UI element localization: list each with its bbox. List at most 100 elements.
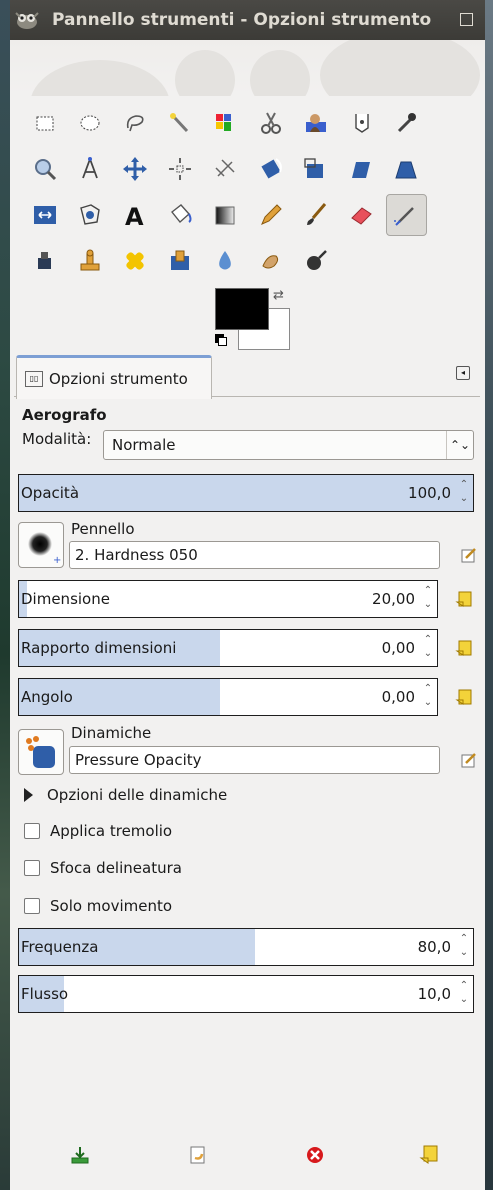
align-icon[interactable] [158, 146, 203, 192]
brush-name-field[interactable]: 2. Hardness 050 [69, 541, 440, 569]
reset-angle-icon[interactable] [454, 688, 474, 708]
dynamics-preview[interactable] [18, 729, 64, 775]
wilber-decoration [10, 40, 485, 96]
rate-label: Frequenza [21, 938, 99, 956]
angle-slider[interactable]: Angolo 0,00 ⌃ ⌄ [18, 678, 438, 716]
reset-options-button[interactable] [415, 1141, 443, 1169]
svg-text:A: A [125, 203, 144, 230]
dynamics-options-expander[interactable]: Opzioni delle dinamiche [24, 786, 227, 804]
desktop-background-left [0, 0, 10, 1190]
brush-label: Pennello [71, 520, 135, 538]
smudge-icon[interactable] [248, 238, 293, 284]
tab-tool-options-label: Opzioni strumento [49, 369, 188, 388]
restore-options-button[interactable] [184, 1141, 212, 1169]
heal-icon[interactable] [112, 238, 157, 284]
tool-grid: A [22, 100, 474, 284]
save-options-button[interactable] [66, 1141, 94, 1169]
airbrush-icon[interactable] [385, 194, 427, 236]
size-slider[interactable]: Dimensione 20,00 ⌃ ⌄ [18, 580, 438, 618]
aspect-ratio-slider[interactable]: Rapporto dimensioni 0,00 ⌃ ⌄ [18, 629, 438, 667]
pencil-icon[interactable] [248, 192, 293, 238]
reset-aspect-ratio-icon[interactable] [454, 639, 474, 659]
color-select-icon[interactable] [203, 100, 248, 146]
aspect-ratio-spin-icon[interactable]: ⌃ ⌄ [421, 633, 435, 663]
restore-options-icon [190, 1146, 205, 1164]
fuzzy-select-icon[interactable] [158, 100, 203, 146]
desktop-background-right [485, 0, 493, 1190]
motion-only-checkbox[interactable]: Solo movimento [24, 897, 172, 915]
tab-menu-icon[interactable]: ◂ [456, 366, 470, 380]
foreground-select-icon[interactable] [293, 100, 338, 146]
move-icon[interactable] [112, 146, 157, 192]
eraser-icon[interactable] [338, 192, 383, 238]
motion-only-label: Solo movimento [50, 897, 173, 915]
opacity-slider[interactable]: Opacità 100,0 ⌃ ⌄ [18, 474, 474, 512]
rotate-icon[interactable] [248, 146, 293, 192]
swap-colors-icon[interactable]: ⇄ [273, 288, 284, 303]
opacity-fill [19, 475, 473, 511]
dynamics-name-field[interactable]: Pressure Opacity [69, 746, 440, 774]
delete-options-button[interactable] [301, 1141, 329, 1169]
size-value: 20,00 [372, 590, 415, 608]
dynamics-label: Dinamiche [71, 724, 152, 742]
edit-brush-icon[interactable] [460, 546, 478, 564]
rate-spin-icon[interactable]: ⌃ ⌄ [457, 932, 471, 962]
free-select-icon[interactable] [112, 100, 157, 146]
reset-size-icon[interactable] [454, 590, 474, 610]
mode-value: Normale [112, 436, 176, 454]
paths-icon[interactable] [338, 100, 383, 146]
foreground-color-swatch[interactable] [215, 288, 269, 330]
apply-jitter-checkbox[interactable]: Applica tremolio [24, 822, 172, 840]
blend-icon[interactable] [203, 192, 248, 238]
size-label: Dimensione [21, 590, 110, 608]
opacity-spin-icon[interactable]: ⌃ ⌄ [457, 478, 471, 508]
size-spin-icon[interactable]: ⌃ ⌄ [421, 584, 435, 614]
save-options-icon [71, 1147, 89, 1164]
paintbrush-icon[interactable] [293, 192, 338, 238]
color-picker-icon[interactable] [384, 100, 429, 146]
aspect-ratio-label: Rapporto dimensioni [21, 639, 177, 657]
smooth-stroke-checkbox[interactable]: Sfoca delineatura [24, 859, 182, 877]
perspective-icon[interactable] [384, 146, 429, 192]
crop-icon[interactable] [203, 146, 248, 192]
clone-icon[interactable] [67, 238, 112, 284]
blur-icon[interactable] [203, 238, 248, 284]
text-icon[interactable]: A [112, 192, 157, 238]
opacity-value: 100,0 [408, 484, 451, 502]
blank [429, 146, 474, 192]
brush-preview[interactable]: + [18, 522, 64, 568]
cage-transform-icon[interactable] [67, 192, 112, 238]
dodge-burn-icon[interactable] [293, 238, 338, 284]
tool-name: Aerografo [22, 406, 107, 424]
flow-slider[interactable]: Flusso 10,0 ⌃ ⌄ [18, 975, 474, 1013]
zoom-icon[interactable] [22, 146, 67, 192]
blank [429, 100, 474, 146]
dynamics-options-label: Opzioni delle dinamiche [47, 786, 228, 804]
blank [429, 192, 474, 238]
window-titlebar[interactable]: Pannello strumenti - Opzioni strumento [10, 0, 485, 40]
smooth-stroke-box[interactable] [24, 860, 40, 876]
edit-dynamics-icon[interactable] [460, 751, 478, 769]
motion-only-box[interactable] [24, 898, 40, 914]
angle-spin-icon[interactable]: ⌃ ⌄ [421, 682, 435, 712]
flow-label: Flusso [21, 985, 69, 1003]
flow-spin-icon[interactable]: ⌃ ⌄ [457, 979, 471, 1009]
measure-icon[interactable] [67, 146, 112, 192]
scale-icon[interactable] [293, 146, 338, 192]
maximize-icon[interactable] [460, 13, 473, 26]
tab-tool-options[interactable]: ▯▯ Opzioni strumento [16, 355, 212, 399]
default-colors-icon[interactable] [215, 334, 227, 346]
perspective-clone-icon[interactable] [158, 238, 203, 284]
rate-slider[interactable]: Frequenza 80,0 ⌃ ⌄ [18, 928, 474, 966]
apply-jitter-box[interactable] [24, 823, 40, 839]
shear-icon[interactable] [338, 146, 383, 192]
ink-icon[interactable] [22, 238, 67, 284]
rect-select-icon[interactable] [22, 100, 67, 146]
flip-icon[interactable] [22, 192, 67, 238]
scissors-select-icon[interactable] [248, 100, 293, 146]
dock-tabstrip: ▯▯ Opzioni strumento ◂ [14, 354, 480, 399]
ellipse-select-icon[interactable] [67, 100, 112, 146]
bucket-fill-icon[interactable] [158, 192, 203, 238]
mode-select[interactable]: Normale ⌃⌄ [103, 430, 474, 460]
mode-label: Modalità: [22, 430, 91, 448]
